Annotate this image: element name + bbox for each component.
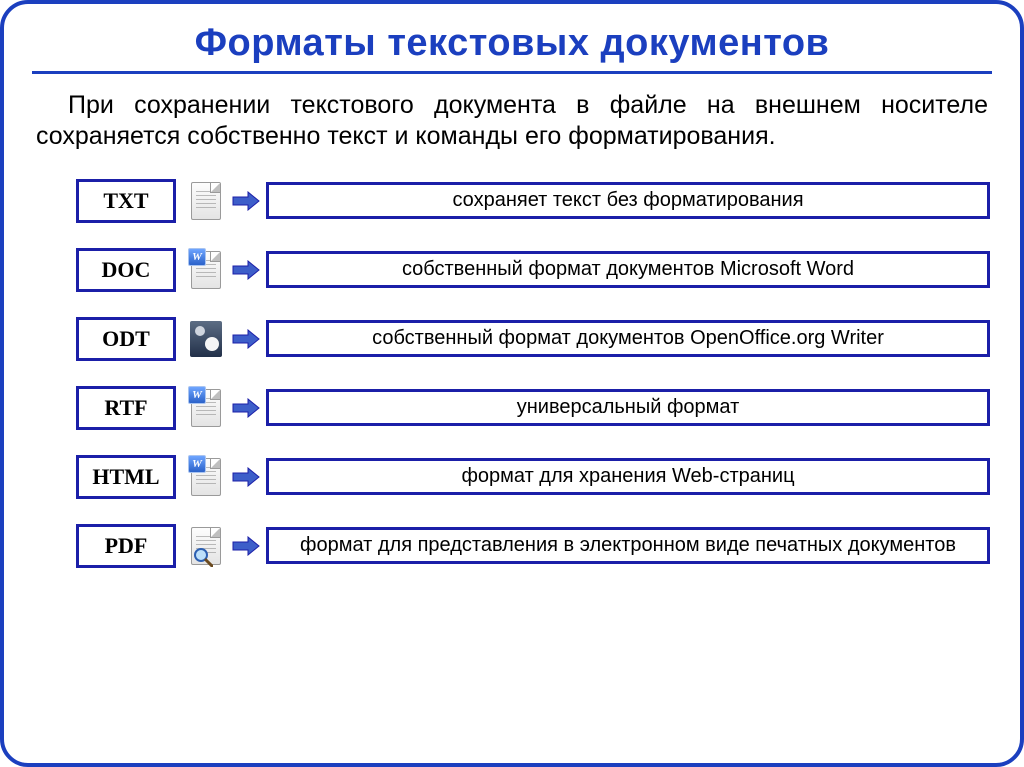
row-odt: ODT собственный формат документов OpenOf… xyxy=(76,317,990,361)
row-txt: TXT сохраняет текст без форматирования xyxy=(76,179,990,223)
txt-file-icon xyxy=(186,179,226,223)
format-label: PDF xyxy=(76,524,176,568)
format-description: сохраняет текст без форматирования xyxy=(266,182,990,219)
slide-title: Форматы текстовых документов xyxy=(32,22,992,65)
format-description: собственный формат документов Microsoft … xyxy=(266,251,990,288)
format-rows: TXT сохраняет текст без форматирования D… xyxy=(76,179,990,568)
row-rtf: RTF W универсальный формат xyxy=(76,386,990,430)
arrow-icon xyxy=(226,536,266,556)
rtf-file-icon: W xyxy=(186,386,226,430)
slide-frame: Форматы текстовых документов При сохране… xyxy=(0,0,1024,767)
format-label: ODT xyxy=(76,317,176,361)
doc-file-icon: W xyxy=(186,248,226,292)
arrow-icon xyxy=(226,467,266,487)
format-description: формат для представления в электронном в… xyxy=(266,527,990,564)
odt-file-icon xyxy=(186,317,226,361)
arrow-icon xyxy=(226,191,266,211)
title-underline xyxy=(32,71,992,74)
format-label: HTML xyxy=(76,455,176,499)
format-label: TXT xyxy=(76,179,176,223)
format-description: универсальный формат xyxy=(266,389,990,426)
row-html: HTML W формат для хранения Web-страниц xyxy=(76,455,990,499)
html-file-icon: W xyxy=(186,455,226,499)
row-doc: DOC W собственный формат документов Micr… xyxy=(76,248,990,292)
format-label: RTF xyxy=(76,386,176,430)
arrow-icon xyxy=(226,260,266,280)
row-pdf: PDF формат для представления в электронн… xyxy=(76,524,990,568)
pdf-file-icon xyxy=(186,524,226,568)
format-description: собственный формат документов OpenOffice… xyxy=(266,320,990,357)
arrow-icon xyxy=(226,398,266,418)
format-label: DOC xyxy=(76,248,176,292)
format-description: формат для хранения Web-страниц xyxy=(266,458,990,495)
intro-text: При сохранении текстового документа в фа… xyxy=(36,90,988,153)
arrow-icon xyxy=(226,329,266,349)
